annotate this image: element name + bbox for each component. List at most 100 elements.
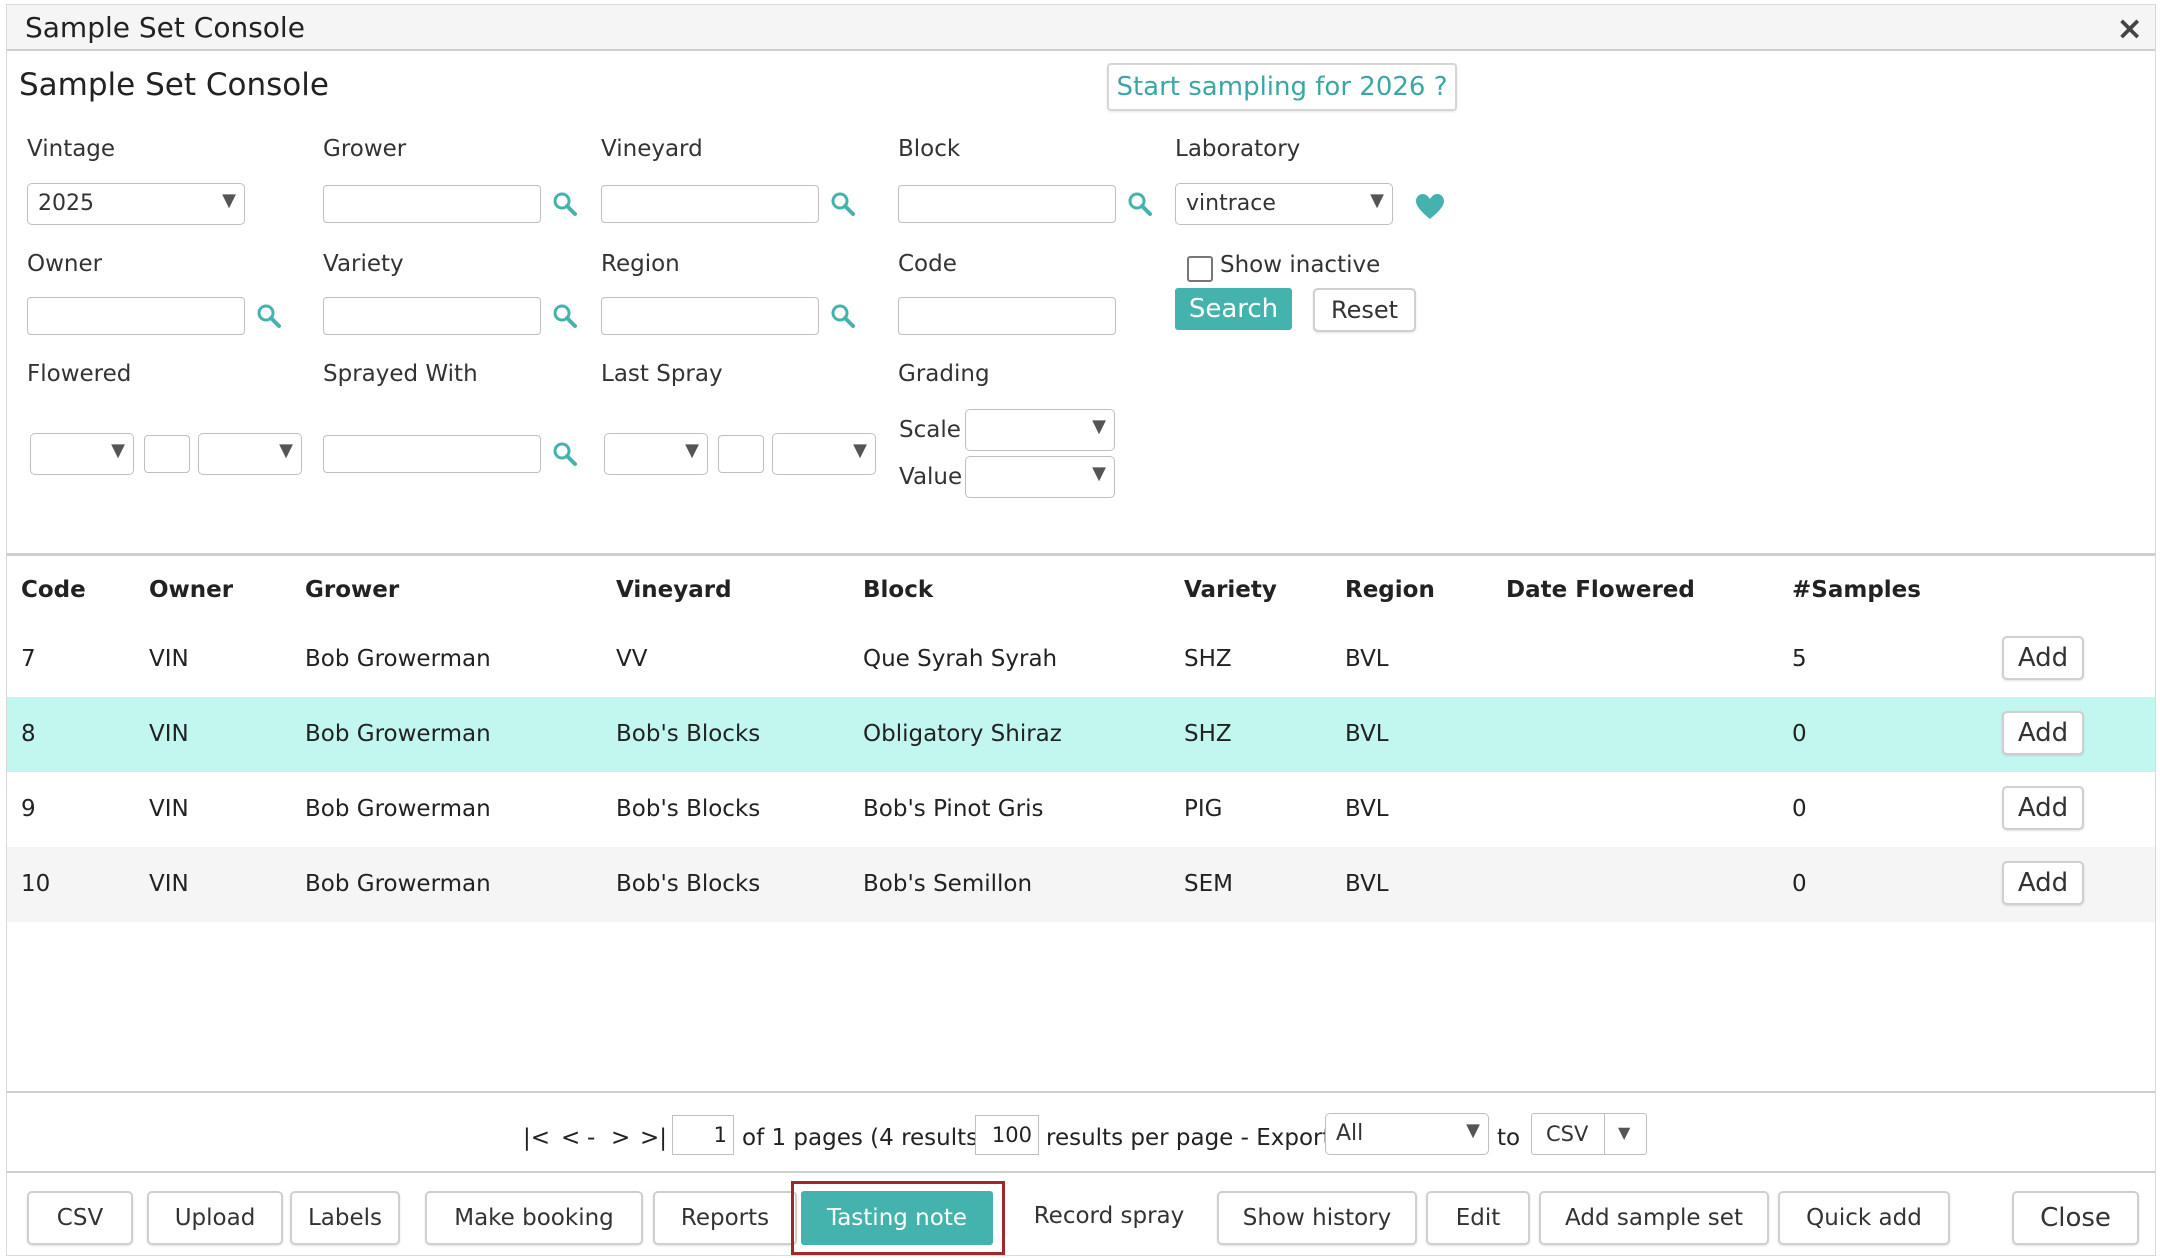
vineyard-search-icon[interactable] bbox=[830, 191, 856, 217]
region-input[interactable] bbox=[601, 297, 819, 335]
export-scope-value: All bbox=[1336, 1121, 1364, 1146]
cell-vineyard: VV bbox=[616, 646, 648, 672]
table-row[interactable]: 10 VIN Bob Growerman Bob's Blocks Bob's … bbox=[7, 847, 2155, 922]
grower-label: Grower bbox=[323, 136, 407, 162]
variety-search-icon[interactable] bbox=[552, 303, 578, 329]
vintage-label: Vintage bbox=[27, 136, 116, 162]
cell-code: 7 bbox=[21, 646, 36, 672]
grading-scale-select[interactable]: ▼ bbox=[965, 409, 1115, 451]
cell-code: 9 bbox=[21, 796, 36, 822]
reports-button[interactable]: Reports bbox=[653, 1191, 797, 1245]
labels-button[interactable]: Labels bbox=[290, 1191, 400, 1245]
block-label: Block bbox=[898, 136, 961, 162]
last-spray-operator-select[interactable]: ▼ bbox=[604, 433, 708, 475]
edit-button[interactable]: Edit bbox=[1426, 1191, 1530, 1245]
code-input[interactable] bbox=[898, 297, 1116, 335]
code-label: Code bbox=[898, 251, 957, 277]
tasting-note-button[interactable]: Tasting note bbox=[801, 1191, 993, 1245]
add-sample-button[interactable]: Add bbox=[2002, 711, 2084, 755]
vineyard-input[interactable] bbox=[601, 185, 819, 223]
col-header-variety[interactable]: Variety bbox=[1184, 577, 1277, 603]
cell-vineyard: Bob's Blocks bbox=[616, 871, 761, 897]
col-header-date-flowered[interactable]: Date Flowered bbox=[1506, 577, 1695, 603]
cell-owner: VIN bbox=[149, 871, 189, 897]
csv-button[interactable]: CSV bbox=[27, 1191, 133, 1245]
favorite-heart-icon[interactable] bbox=[1415, 193, 1445, 221]
cell-block: Bob's Pinot Gris bbox=[863, 796, 1044, 822]
dropdown-arrow-icon: ▼ bbox=[853, 440, 867, 461]
owner-input[interactable] bbox=[27, 297, 245, 335]
cell-vineyard: Bob's Blocks bbox=[616, 796, 761, 822]
title-bar: Sample Set Console × bbox=[7, 5, 2155, 51]
cell-vineyard: Bob's Blocks bbox=[616, 721, 761, 747]
add-sample-set-button[interactable]: Add sample set bbox=[1539, 1191, 1769, 1245]
cell-variety: SHZ bbox=[1184, 646, 1232, 672]
sprayed-with-search-icon[interactable] bbox=[552, 441, 578, 467]
page-number-input[interactable]: 1 bbox=[672, 1115, 734, 1155]
add-sample-button[interactable]: Add bbox=[2002, 636, 2084, 680]
start-sampling-button[interactable]: Start sampling for 2026 ? bbox=[1107, 63, 1457, 111]
block-search-icon[interactable] bbox=[1127, 191, 1153, 217]
table-row-selected[interactable]: 8 VIN Bob Growerman Bob's Blocks Obligat… bbox=[7, 697, 2155, 772]
owner-search-icon[interactable] bbox=[256, 303, 282, 329]
sprayed-with-input[interactable] bbox=[323, 435, 541, 473]
make-booking-button[interactable]: Make booking bbox=[425, 1191, 643, 1245]
sample-set-console-window: Sample Set Console × Sample Set Console … bbox=[6, 4, 2156, 1256]
cell-samples: 5 bbox=[1792, 646, 1807, 672]
reset-button[interactable]: Reset bbox=[1313, 288, 1416, 332]
col-header-samples[interactable]: #Samples bbox=[1792, 577, 1921, 603]
col-header-block[interactable]: Block bbox=[863, 577, 933, 603]
cell-owner: VIN bbox=[149, 721, 189, 747]
pager-dash: - bbox=[587, 1125, 596, 1151]
vineyard-label: Vineyard bbox=[601, 136, 703, 162]
grower-search-icon[interactable] bbox=[552, 191, 578, 217]
table-row[interactable]: 7 VIN Bob Growerman VV Que Syrah Syrah S… bbox=[7, 622, 2155, 697]
grower-input[interactable] bbox=[323, 185, 541, 223]
prev-page-icon[interactable]: < bbox=[561, 1125, 580, 1151]
sprayed-with-label: Sprayed With bbox=[323, 361, 478, 387]
show-history-button[interactable]: Show history bbox=[1217, 1191, 1417, 1245]
dropdown-arrow-icon: ▼ bbox=[1466, 1120, 1480, 1141]
chevron-down-icon[interactable]: ▼ bbox=[1618, 1123, 1630, 1142]
cell-grower: Bob Growerman bbox=[305, 646, 491, 672]
close-icon[interactable]: × bbox=[2116, 9, 2143, 47]
col-header-code[interactable]: Code bbox=[21, 577, 86, 603]
add-sample-button[interactable]: Add bbox=[2002, 861, 2084, 905]
cell-variety: PIG bbox=[1184, 796, 1223, 822]
last-spray-unit-select[interactable]: ▼ bbox=[772, 433, 876, 475]
upload-button[interactable]: Upload bbox=[147, 1191, 283, 1245]
last-spray-amount-input[interactable] bbox=[718, 435, 764, 473]
col-header-region[interactable]: Region bbox=[1345, 577, 1435, 603]
record-spray-button[interactable]: Record spray bbox=[1009, 1191, 1209, 1245]
export-format-select[interactable]: CSV ▼ bbox=[1531, 1113, 1647, 1155]
col-header-vineyard[interactable]: Vineyard bbox=[616, 577, 732, 603]
region-search-icon[interactable] bbox=[830, 303, 856, 329]
variety-input[interactable] bbox=[323, 297, 541, 335]
col-header-owner[interactable]: Owner bbox=[149, 577, 233, 603]
grading-value-select[interactable]: ▼ bbox=[965, 456, 1115, 498]
last-spray-label: Last Spray bbox=[601, 361, 723, 387]
flowered-unit-select[interactable]: ▼ bbox=[198, 433, 302, 475]
col-header-grower[interactable]: Grower bbox=[305, 577, 399, 603]
table-row[interactable]: 9 VIN Bob Growerman Bob's Blocks Bob's P… bbox=[7, 772, 2155, 847]
section-divider bbox=[7, 553, 2155, 556]
quick-add-button[interactable]: Quick add bbox=[1778, 1191, 1950, 1245]
show-inactive-checkbox[interactable] bbox=[1187, 256, 1213, 282]
laboratory-select[interactable]: vintrace ▼ bbox=[1175, 183, 1393, 225]
results-per-page-input[interactable]: 100 bbox=[975, 1115, 1039, 1155]
last-page-icon[interactable]: >| bbox=[640, 1125, 667, 1151]
search-button[interactable]: Search bbox=[1175, 288, 1292, 330]
vintage-select[interactable]: 2025 ▼ bbox=[27, 183, 245, 225]
block-input[interactable] bbox=[898, 185, 1116, 223]
first-page-icon[interactable]: |< bbox=[523, 1125, 550, 1151]
flowered-operator-select[interactable]: ▼ bbox=[30, 433, 134, 475]
dropdown-arrow-icon: ▼ bbox=[279, 440, 293, 461]
cell-region: BVL bbox=[1345, 646, 1389, 672]
flowered-amount-input[interactable] bbox=[144, 435, 190, 473]
close-button[interactable]: Close bbox=[2012, 1191, 2139, 1245]
export-scope-select[interactable]: All ▼ bbox=[1325, 1113, 1489, 1155]
next-page-icon[interactable]: > bbox=[611, 1125, 630, 1151]
dropdown-arrow-icon: ▼ bbox=[1370, 190, 1384, 211]
cell-region: BVL bbox=[1345, 871, 1389, 897]
add-sample-button[interactable]: Add bbox=[2002, 786, 2084, 830]
